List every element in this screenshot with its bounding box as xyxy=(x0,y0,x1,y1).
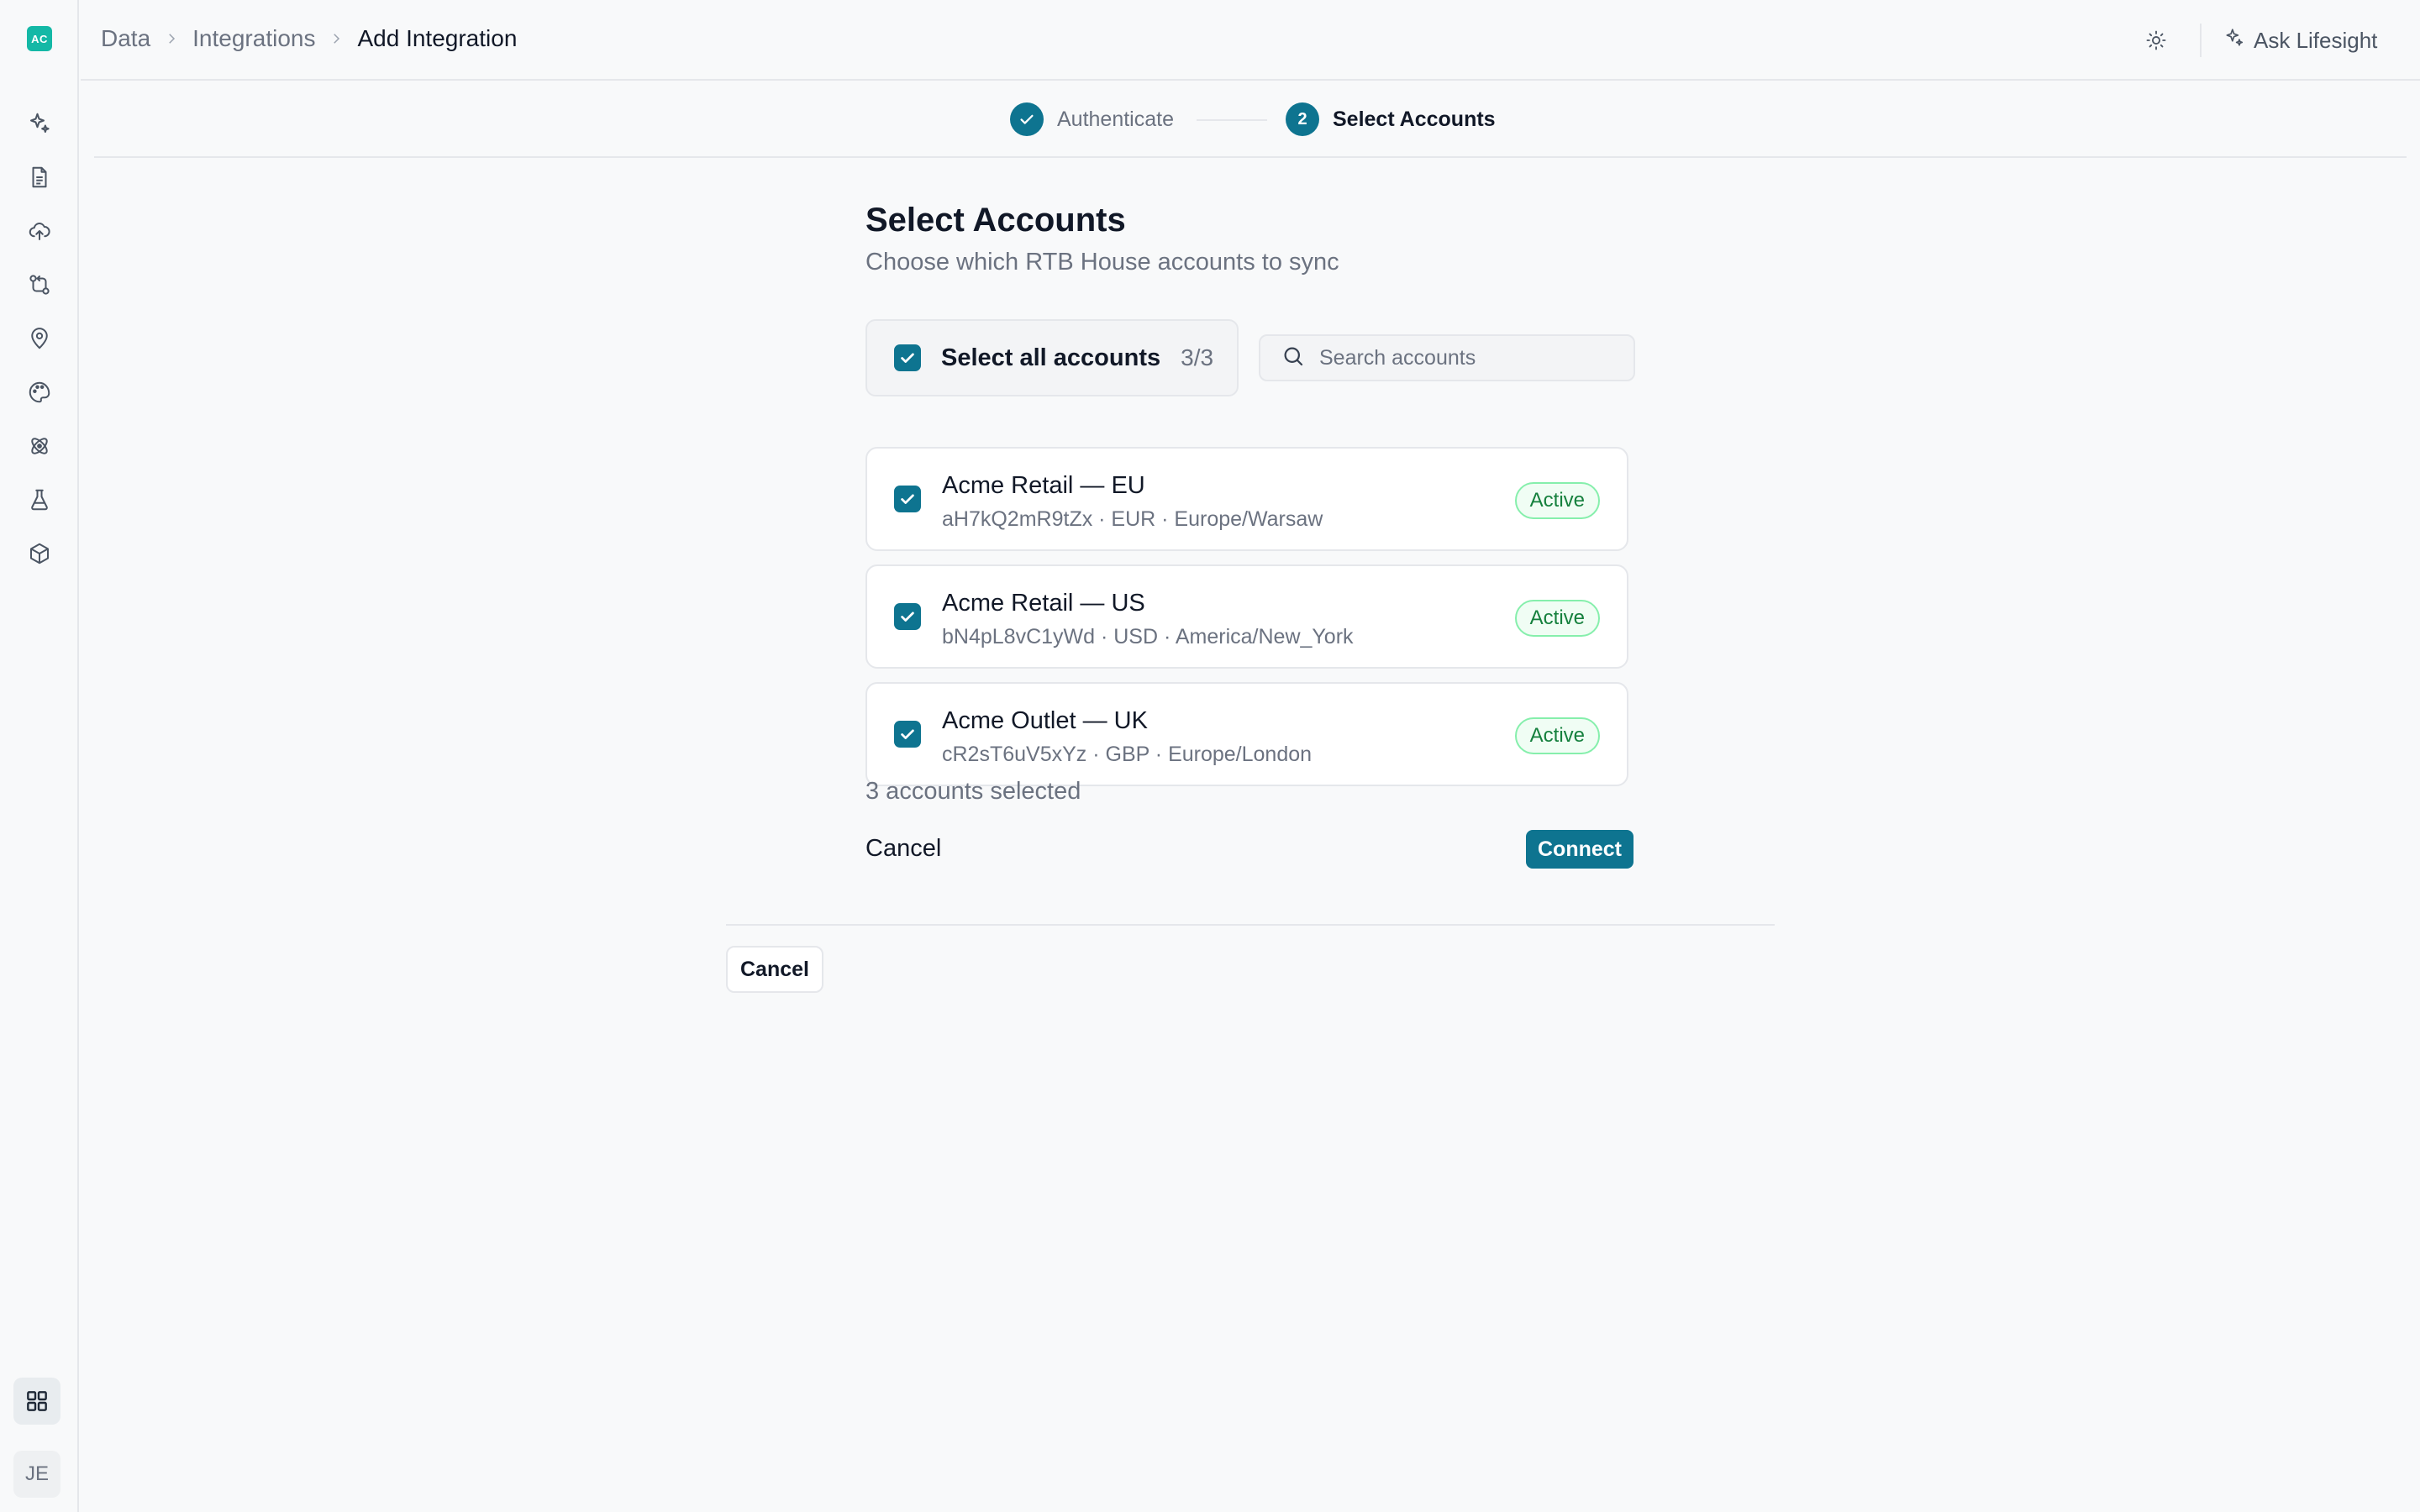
grid-icon[interactable] xyxy=(13,1378,60,1425)
account-row[interactable]: Acme Retail — EU aH7kQ2mR9tZx · EUR · Eu… xyxy=(865,447,1628,551)
stepper: Authenticate 2 Select Accounts xyxy=(94,81,2407,158)
atom-icon[interactable] xyxy=(21,428,58,465)
step-label: Select Accounts xyxy=(1333,107,1496,131)
search-input[interactable] xyxy=(1319,345,1622,370)
top-header: Data Integrations Add Integration Ask Li… xyxy=(81,0,2420,81)
chevron-right-icon xyxy=(329,31,344,46)
account-checkbox[interactable] xyxy=(894,721,921,748)
flask-icon[interactable] xyxy=(21,481,58,518)
cancel-button[interactable]: Cancel xyxy=(865,835,941,863)
breadcrumb-data[interactable]: Data xyxy=(101,25,150,52)
account-meta: bN4pL8vC1yWd · USD · America/New_York xyxy=(942,625,1354,648)
palette-icon[interactable] xyxy=(21,374,58,411)
check-icon xyxy=(1010,102,1044,136)
select-all-label: Select all accounts xyxy=(941,344,1161,371)
account-checkbox[interactable] xyxy=(894,603,921,630)
document-icon[interactable] xyxy=(21,159,58,196)
ask-lifesight-button[interactable]: Ask Lifesight xyxy=(2223,22,2377,59)
sparkles-icon[interactable] xyxy=(21,105,58,142)
step-select-accounts: 2 Select Accounts xyxy=(1286,102,1496,136)
breadcrumb-current: Add Integration xyxy=(357,25,518,51)
footer-divider xyxy=(726,924,1775,926)
breadcrumb: Data Integrations Add Integration xyxy=(101,25,517,52)
page-title: Select Accounts xyxy=(865,202,1126,239)
workspace-logo[interactable]: AC xyxy=(27,26,52,51)
account-meta: cR2sT6uV5xYz · GBP · Europe/London xyxy=(942,743,1313,766)
git-compare-icon[interactable] xyxy=(21,266,58,303)
step-authenticate[interactable]: Authenticate xyxy=(1010,102,1174,136)
step-label: Authenticate xyxy=(1057,107,1174,131)
header-divider xyxy=(2200,24,2202,57)
account-name: Acme Retail — US xyxy=(942,590,1145,617)
account-name: Acme Outlet — UK xyxy=(942,707,1148,734)
cloud-upload-icon[interactable] xyxy=(21,213,58,249)
sun-icon[interactable] xyxy=(2138,22,2175,59)
sparkles-icon xyxy=(2223,27,2245,55)
sidebar: AC JE xyxy=(0,0,79,1512)
footer-cancel-button[interactable]: Cancel xyxy=(726,946,823,993)
select-all-checkbox[interactable] xyxy=(894,344,921,371)
breadcrumb-integrations[interactable]: Integrations xyxy=(192,25,315,52)
select-all-toggle[interactable]: Select all accounts 3/3 xyxy=(865,319,1239,396)
search-icon xyxy=(1281,344,1306,373)
map-pin-icon[interactable] xyxy=(21,320,58,357)
account-meta: aH7kQ2mR9tZx · EUR · Europe/Warsaw xyxy=(942,507,1323,531)
account-row[interactable]: Acme Retail — US bN4pL8vC1yWd · USD · Am… xyxy=(865,564,1628,669)
status-badge: Active xyxy=(1514,482,1600,519)
chevron-right-icon xyxy=(164,31,179,46)
step-connector xyxy=(1197,119,1267,121)
selected-count: 3 accounts selected xyxy=(865,778,1081,805)
cube-icon[interactable] xyxy=(21,535,58,572)
connect-button[interactable]: Connect xyxy=(1526,830,1634,869)
status-badge: Active xyxy=(1514,600,1600,637)
select-all-count: 3/3 xyxy=(1181,344,1214,370)
page-subtitle: Choose which RTB House accounts to sync xyxy=(865,249,1339,276)
account-name: Acme Retail — EU xyxy=(942,472,1145,499)
status-badge: Active xyxy=(1514,717,1600,754)
step-number: 2 xyxy=(1286,102,1319,136)
account-checkbox[interactable] xyxy=(894,486,921,512)
search-box[interactable] xyxy=(1259,334,1635,381)
ask-lifesight-label: Ask Lifesight xyxy=(2254,27,2378,53)
user-avatar[interactable]: JE xyxy=(13,1451,60,1498)
account-row[interactable]: Acme Outlet — UK cR2sT6uV5xYz · GBP · Eu… xyxy=(865,682,1628,786)
